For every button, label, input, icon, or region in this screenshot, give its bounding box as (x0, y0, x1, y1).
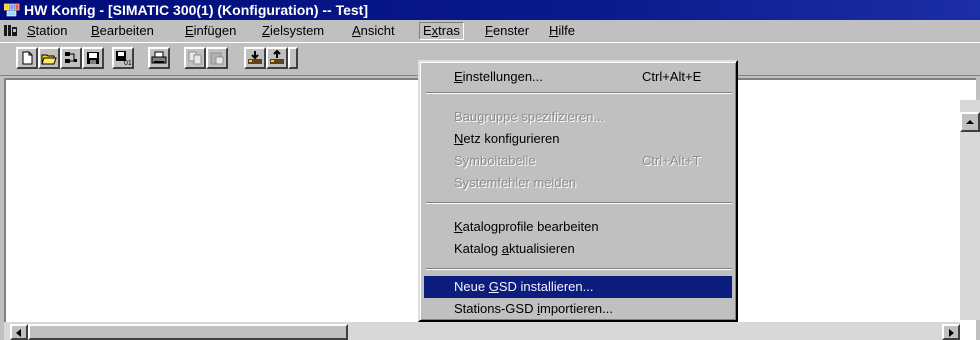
menu-einfuegen[interactable]: Einfügen (182, 23, 239, 39)
menu-item-katalogprofile-bearbeiten[interactable]: Katalogprofile bearbeiten (424, 216, 732, 238)
menu-item-label: Neue GSD installieren... (454, 279, 594, 294)
accessible-nodes-button[interactable] (60, 47, 82, 69)
menu-item-label: Stations-GSD importieren... (454, 301, 613, 316)
menu-item-netz-konfigurieren[interactable]: Netz konfigurieren (424, 128, 732, 150)
vertical-scrollbar[interactable] (960, 100, 980, 320)
hw-konfig-window: HW Konfig - [SIMATIC 300(1) (Konfigurati… (0, 0, 980, 340)
menu-item-baugruppe-spezifizieren[interactable]: Baugruppe spezifizieren... (424, 106, 732, 128)
chevron-left-icon (16, 329, 21, 337)
menu-item-systemfehler-melden[interactable]: Systemfehler melden (424, 172, 732, 194)
menu-item-symboltabelle[interactable]: Symboltabelle Ctrl+Alt+T (424, 150, 732, 172)
new-button[interactable] (16, 47, 38, 69)
hw-konfig-app-icon[interactable] (4, 3, 20, 17)
new-icon (22, 51, 33, 65)
menu-item-katalog-aktualisieren[interactable]: Katalog aktualisieren (424, 238, 732, 260)
extras-dropdown-menu: Einstellungen... Ctrl+Alt+E Baugruppe sp… (418, 60, 738, 322)
menu-item-shortcut: Ctrl+Alt+E (642, 69, 702, 84)
document-icon[interactable] (4, 24, 18, 38)
menu-item-label: Systemfehler melden (454, 175, 577, 190)
menu-item-label: Einstellungen... (454, 69, 543, 84)
copy-button[interactable] (184, 47, 206, 69)
paste-icon (210, 52, 224, 65)
toolbar-button-partial[interactable] (288, 47, 298, 69)
menu-ansicht[interactable]: Ansicht (349, 23, 398, 39)
menu-separator (426, 268, 732, 270)
menu-item-stations-gsd-importieren[interactable]: Stations-GSD importieren... (424, 298, 732, 320)
download-button[interactable] (244, 47, 266, 69)
print-icon (151, 51, 167, 64)
title-bar[interactable]: HW Konfig - [SIMATIC 300(1) (Konfigurati… (0, 0, 980, 20)
scroll-left-button[interactable] (10, 324, 28, 340)
chevron-up-icon (966, 120, 974, 124)
copy-icon (188, 51, 202, 65)
menu-separator (426, 92, 732, 94)
chevron-right-icon (949, 329, 954, 337)
menu-item-label: Baugruppe spezifizieren... (454, 109, 605, 124)
menu-hilfe[interactable]: Hilfe (546, 23, 578, 39)
menu-zielsystem[interactable]: Zielsystem (259, 23, 327, 39)
menu-item-label: Katalog aktualisieren (454, 241, 575, 256)
svg-text:01: 01 (124, 60, 131, 66)
menu-station[interactable]: Station (24, 23, 70, 39)
open-icon (41, 54, 57, 65)
menu-bearbeiten[interactable]: Bearbeiten (88, 23, 157, 39)
menu-item-label: Katalogprofile bearbeiten (454, 219, 599, 234)
save-icon (87, 52, 99, 64)
menu-extras[interactable]: Extras (419, 22, 464, 40)
menu-item-label: Symboltabelle (454, 153, 536, 168)
scroll-up-button[interactable] (960, 112, 980, 132)
open-button[interactable] (38, 47, 60, 69)
menu-item-einstellungen[interactable]: Einstellungen... Ctrl+Alt+E (424, 66, 732, 88)
save-compile-button[interactable]: 01 (112, 47, 134, 69)
menu-item-label: Netz konfigurieren (454, 131, 560, 146)
menu-item-shortcut: Ctrl+Alt+T (642, 153, 701, 168)
menu-separator (426, 202, 732, 204)
menu-fenster[interactable]: Fenster (482, 23, 532, 39)
menu-item-neue-gsd-installieren[interactable]: Neue GSD installieren... (424, 276, 732, 298)
upload-icon (270, 50, 284, 64)
horizontal-scroll-thumb[interactable] (28, 324, 348, 340)
save-compile-icon: 01 (116, 51, 131, 66)
accessible-nodes-icon (65, 52, 77, 63)
paste-button[interactable] (206, 47, 228, 69)
save-button[interactable] (82, 47, 104, 69)
scroll-right-button[interactable] (942, 324, 960, 340)
menu-bar: Station Bearbeiten Einfügen Zielsystem A… (0, 20, 980, 42)
upload-button[interactable] (266, 47, 288, 69)
window-title: HW Konfig - [SIMATIC 300(1) (Konfigurati… (24, 2, 368, 18)
horizontal-scrollbar[interactable] (4, 322, 960, 340)
print-button[interactable] (148, 47, 170, 69)
download-icon (248, 51, 262, 64)
